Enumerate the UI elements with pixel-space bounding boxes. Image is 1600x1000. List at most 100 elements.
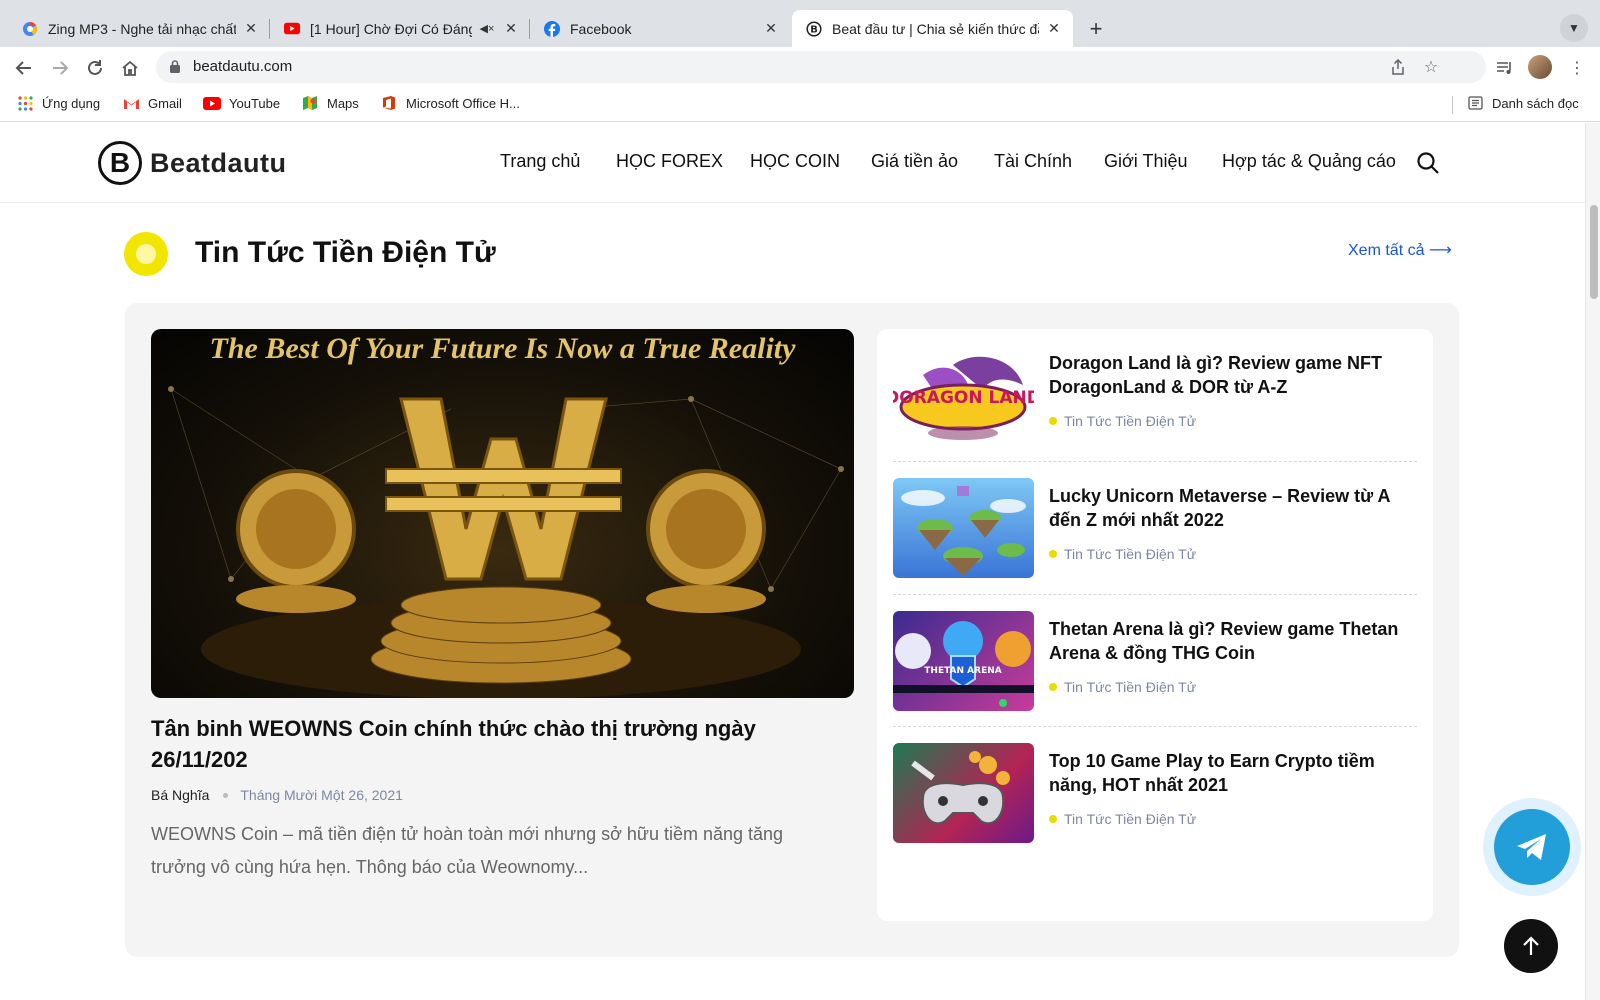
article-author[interactable]: Bá Nghĩa [151, 787, 209, 803]
nav-item-about[interactable]: Giới Thiệu [1104, 151, 1188, 172]
category-label: Tin Tức Tiền Điện Tử [1064, 413, 1197, 429]
bookmark-apps[interactable]: Ứng dụng [16, 95, 100, 111]
list-item[interactable]: Top 10 Game Play to Earn Crypto tiềm năn… [893, 733, 1417, 853]
bookmarks-separator [1452, 96, 1453, 114]
thumb-text-doragon: DORAGON LAND [893, 388, 1034, 408]
nav-item-home[interactable]: Trang chủ [500, 151, 580, 172]
more-menu-icon[interactable]: ⋮ [1566, 57, 1588, 79]
close-icon[interactable]: ✕ [242, 20, 260, 38]
tab-title: Facebook [570, 20, 632, 37]
speaker-muted-icon[interactable]: ◀× [478, 20, 496, 38]
bookmark-label: Ứng dụng [42, 95, 101, 111]
nav-item-finance[interactable]: Tài Chính [994, 151, 1072, 172]
article-category[interactable]: Tin Tức Tiền Điện Tử [1049, 679, 1196, 695]
home-button[interactable] [117, 55, 143, 81]
page-viewport: B Beatdautu Trang chủ HỌC FOREX HỌC COIN… [0, 123, 1585, 1000]
home-icon [122, 60, 138, 76]
forward-button[interactable] [47, 55, 73, 81]
arrow-left-icon [15, 61, 31, 75]
featured-article-meta: Bá Nghĩa Tháng Mười Một 26, 2021 [151, 787, 403, 803]
list-item[interactable]: DORAGON LAND Doragon Land là gì? Review … [893, 335, 1417, 455]
article-title[interactable]: Top 10 Game Play to Earn Crypto tiềm năn… [1049, 749, 1415, 797]
category-label: Tin Tức Tiền Điện Tử [1064, 546, 1197, 562]
category-label: Tin Tức Tiền Điện Tử [1064, 811, 1197, 827]
article-thumbnail-lucky-unicorn[interactable] [893, 478, 1034, 578]
article-list: DORAGON LAND Doragon Land là gì? Review … [877, 329, 1433, 921]
reload-button[interactable] [82, 55, 108, 81]
news-panel: The Best Of Your Future Is Now a True Re… [125, 303, 1459, 957]
article-thumbnail-doragon[interactable]: DORAGON LAND [893, 345, 1034, 445]
close-icon[interactable]: ✕ [762, 20, 780, 38]
tab-search-button[interactable]: ▼ [1560, 14, 1588, 42]
share-icon[interactable] [1389, 58, 1407, 76]
telegram-button[interactable] [1483, 798, 1581, 896]
list-divider [893, 461, 1417, 462]
nav-item-coin[interactable]: HỌC COIN [750, 151, 840, 172]
gmail-icon [122, 95, 140, 111]
featured-article-excerpt: WEOWNS Coin – mã tiền điện tử hoàn toàn … [151, 824, 784, 877]
article-thumbnail-play-to-earn[interactable] [893, 743, 1034, 843]
view-all-link[interactable]: Xem tất cả ⟶ [1348, 240, 1452, 260]
browser-tabstrip: Zing MP3 - Nghe tải nhạc chất lượng cao … [0, 0, 1600, 47]
article-category[interactable]: Tin Tức Tiền Điện Tử [1049, 413, 1196, 429]
facebook-icon [544, 20, 560, 37]
nav-item-partnership[interactable]: Hợp tác & Quảng cáo [1222, 151, 1396, 172]
browser-tab-facebook[interactable]: Facebook ✕ [530, 10, 790, 47]
featured-article-image[interactable]: The Best Of Your Future Is Now a True Re… [151, 329, 854, 698]
scroll-to-top-button[interactable] [1504, 919, 1558, 973]
category-dot-icon [1049, 683, 1057, 691]
telegram-icon-wrap [1494, 809, 1570, 885]
office-icon [380, 95, 398, 111]
arrow-up-icon [1523, 936, 1539, 955]
back-button[interactable] [11, 55, 37, 81]
reading-list-button[interactable]: Danh sách đọc [1466, 95, 1579, 111]
section-title: Tin Tức Tiền Điện Tử [195, 236, 496, 269]
list-divider [893, 594, 1417, 595]
bookmark-youtube[interactable]: YouTube [203, 95, 280, 111]
bookmarks-bar: Ứng dụng Gmail YouTube Maps Microsoft Of… [0, 88, 1600, 122]
article-thumbnail-thetan-arena[interactable]: THETAN ARENA [893, 611, 1034, 711]
section-marker-icon [124, 232, 168, 276]
close-icon[interactable]: ✕ [502, 20, 520, 38]
article-title[interactable]: Thetan Arena là gì? Review game Thetan A… [1049, 617, 1415, 665]
article-category[interactable]: Tin Tức Tiền Điện Tử [1049, 811, 1196, 827]
featured-article-title[interactable]: Tân binh WEOWNS Coin chính thức chào thị… [151, 713, 831, 775]
profile-avatar[interactable] [1528, 55, 1552, 79]
list-item[interactable]: THETAN ARENA Thetan Arena là gì? Review … [893, 601, 1417, 721]
site-logo[interactable]: B Beatdautu [98, 141, 287, 185]
bookmark-gmail[interactable]: Gmail [122, 95, 182, 111]
youtube-icon [284, 21, 300, 37]
article-title[interactable]: Lucky Unicorn Metaverse – Review từ A đế… [1049, 484, 1415, 532]
bookmark-label: Microsoft Office H... [406, 95, 520, 111]
page-scrollbar[interactable] [1585, 123, 1600, 1000]
new-tab-button[interactable]: + [1081, 14, 1111, 44]
logo-mark: B [98, 141, 142, 185]
media-control-icon[interactable] [1494, 57, 1516, 79]
nav-item-forex[interactable]: HỌC FOREX [616, 151, 723, 172]
bookmark-maps[interactable]: Maps [301, 95, 359, 111]
beatdautu-icon: B [806, 20, 822, 37]
logo-text: Beatdautu [150, 147, 287, 178]
article-title[interactable]: Doragon Land là gì? Review game NFT Dora… [1049, 351, 1415, 399]
scrollbar-thumb[interactable] [1590, 205, 1598, 299]
article-category[interactable]: Tin Tức Tiền Điện Tử [1049, 546, 1196, 562]
tab-title: Beat đầu tư | Chia sẻ kiến thức đầu tư [832, 20, 1039, 37]
browser-tab-beatdautu[interactable]: B Beat đầu tư | Chia sẻ kiến thức đầu tư… [792, 10, 1073, 47]
bookmark-star-icon[interactable]: ☆ [1422, 58, 1440, 76]
browser-tab-zing[interactable]: Zing MP3 - Nghe tải nhạc chất lượng cao … [8, 10, 270, 47]
bookmark-office[interactable]: Microsoft Office H... [380, 95, 520, 111]
zing-icon [22, 21, 38, 37]
address-bar[interactable]: beatdautu.com ☆ [156, 51, 1486, 83]
search-icon[interactable] [1416, 151, 1440, 175]
browser-tab-youtube[interactable]: [1 Hour] Chờ Đợi Có Đáng Sợ ◀× ✕ [270, 10, 530, 47]
svg-text:B: B [810, 24, 818, 35]
category-dot-icon [1049, 815, 1057, 823]
tab-title: Zing MP3 - Nghe tải nhạc chất lượng cao [48, 20, 236, 37]
nav-item-prices[interactable]: Giá tiền ảo [871, 151, 958, 172]
thumb-text-thetan: THETAN ARENA [924, 666, 1001, 676]
close-icon[interactable]: ✕ [1045, 20, 1063, 38]
article-date: Tháng Mười Một 26, 2021 [240, 787, 403, 803]
bookmark-label: Maps [327, 95, 359, 111]
list-item[interactable]: Lucky Unicorn Metaverse – Review từ A đế… [893, 468, 1417, 588]
browser-toolbar: beatdautu.com ☆ ⋮ [0, 47, 1600, 88]
